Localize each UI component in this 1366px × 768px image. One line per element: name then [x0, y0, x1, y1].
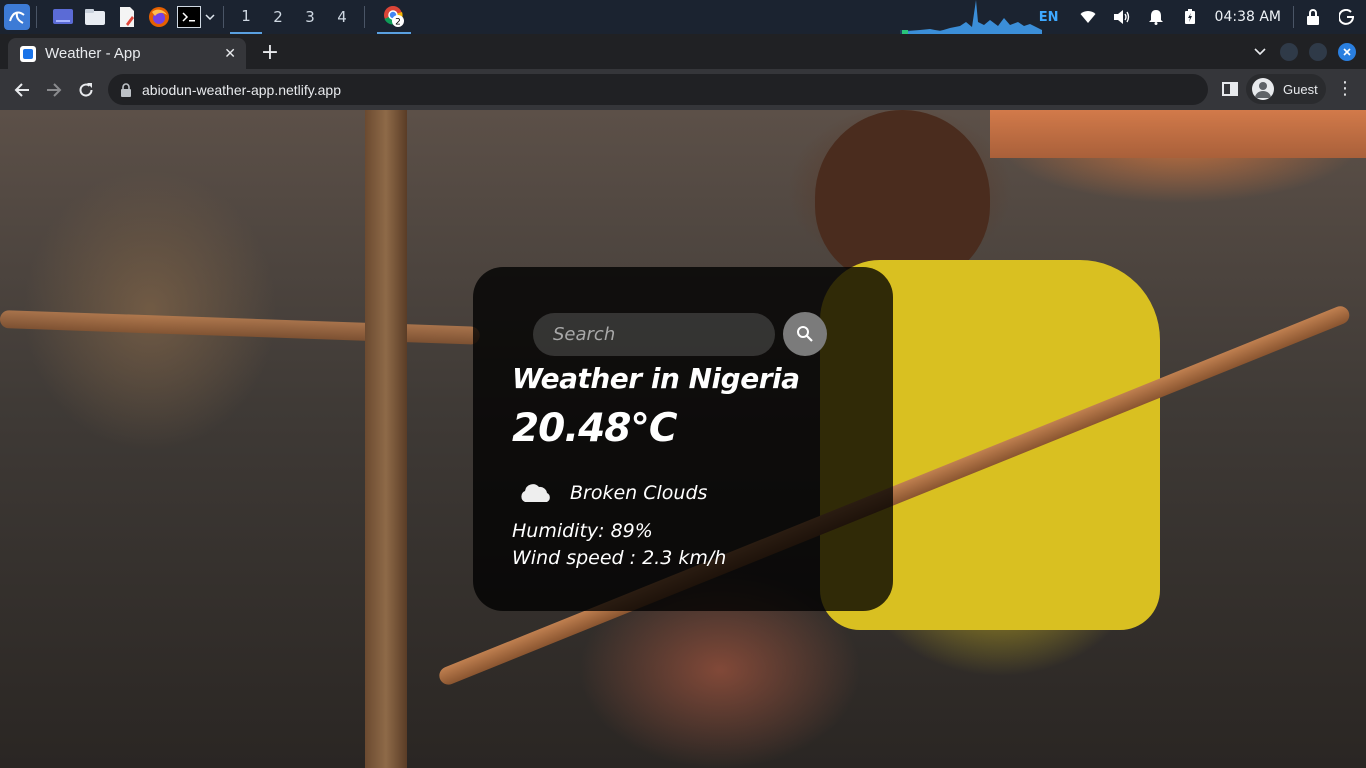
- firefox-icon[interactable]: [147, 5, 171, 29]
- weather-description: Broken Clouds: [570, 482, 708, 504]
- window-controls: [1250, 42, 1356, 62]
- close-window-button[interactable]: [1338, 43, 1356, 61]
- photo-post: [365, 110, 407, 768]
- reload-icon[interactable]: [74, 78, 98, 102]
- page-background-photo: Weather in Nigeria 20.48°C Broken Clouds…: [0, 110, 1366, 768]
- tab-weather-app[interactable]: Weather - App ✕: [8, 38, 246, 69]
- search-input[interactable]: [533, 312, 775, 356]
- workspace-4[interactable]: 4: [326, 0, 358, 34]
- weather-description-row: Broken Clouds: [517, 480, 707, 506]
- workspace-1[interactable]: 1: [230, 0, 262, 34]
- url-text: abiodun-weather-app.netlify.app: [142, 81, 341, 98]
- browser-toolbar: abiodun-weather-app.netlify.app Guest ⋮: [0, 69, 1366, 110]
- search-icon: [797, 326, 813, 342]
- clock[interactable]: 04:38 AM: [1215, 9, 1281, 25]
- kali-menu-icon[interactable]: [4, 4, 30, 30]
- profile-label: Guest: [1283, 81, 1318, 97]
- browser-tab-strip: Weather - App ✕ +: [0, 34, 1366, 69]
- logout-icon[interactable]: [1338, 8, 1356, 26]
- lock-screen-icon[interactable]: [1304, 8, 1322, 26]
- desktop-icon[interactable]: [51, 5, 75, 29]
- workspace-3[interactable]: 3: [294, 0, 326, 34]
- avatar-icon: [1252, 78, 1274, 100]
- photo-roof: [990, 110, 1366, 158]
- os-taskbar: 1 2 3 4 2 EN 04:38 AM: [0, 0, 1366, 34]
- window-count-badge: 2: [395, 18, 401, 28]
- cloud-icon: [521, 484, 550, 502]
- text-editor-icon[interactable]: [115, 5, 139, 29]
- search-button[interactable]: [783, 312, 827, 356]
- system-tray: EN 04:38 AM: [1039, 0, 1366, 34]
- tab-search-chevron-icon[interactable]: [1250, 42, 1270, 62]
- battery-icon[interactable]: [1181, 8, 1199, 26]
- keyboard-layout-indicator[interactable]: EN: [1039, 10, 1059, 25]
- weather-card: Weather in Nigeria 20.48°C Broken Clouds…: [473, 267, 893, 611]
- close-icon: [1343, 48, 1351, 56]
- tab-close-icon[interactable]: ✕: [224, 46, 236, 62]
- maximize-button[interactable]: [1309, 43, 1327, 61]
- chrome-icon: 2: [384, 6, 404, 28]
- terminal-icon[interactable]: [177, 6, 201, 28]
- humidity: Humidity: 89%: [512, 520, 653, 542]
- search-bar: [533, 312, 827, 356]
- taskbar-separator: [223, 6, 224, 28]
- wifi-icon[interactable]: [1079, 8, 1097, 26]
- taskbar-separator: [36, 6, 37, 28]
- city-heading: Weather in Nigeria: [512, 362, 800, 395]
- file-manager-icon[interactable]: [83, 5, 107, 29]
- minimize-button[interactable]: [1280, 43, 1298, 61]
- network-activity-graph: [900, 0, 1042, 34]
- profile-button[interactable]: Guest: [1246, 74, 1326, 104]
- address-bar[interactable]: abiodun-weather-app.netlify.app: [108, 74, 1208, 105]
- lock-icon[interactable]: [120, 82, 132, 97]
- new-tab-button[interactable]: +: [258, 38, 282, 66]
- temperature: 20.48°C: [512, 406, 677, 451]
- wind-speed: Wind speed : 2.3 km/h: [512, 547, 727, 569]
- tab-title: Weather - App: [45, 45, 141, 62]
- volume-icon[interactable]: [1113, 8, 1131, 26]
- taskbar-separator: [364, 6, 365, 28]
- back-icon[interactable]: [10, 78, 34, 102]
- chrome-window-button[interactable]: 2: [377, 0, 411, 34]
- notification-bell-icon[interactable]: [1147, 8, 1165, 26]
- taskbar-separator: [1293, 6, 1294, 28]
- browser-menu-icon[interactable]: ⋮: [1336, 80, 1354, 99]
- photo-pole: [0, 310, 481, 345]
- workspace-2[interactable]: 2: [262, 0, 294, 34]
- chevron-down-icon[interactable]: [203, 5, 217, 29]
- photo-subject-head: [815, 110, 990, 285]
- side-panel-icon[interactable]: [1222, 81, 1238, 97]
- favicon-icon: [20, 45, 36, 62]
- forward-icon[interactable]: [42, 78, 66, 102]
